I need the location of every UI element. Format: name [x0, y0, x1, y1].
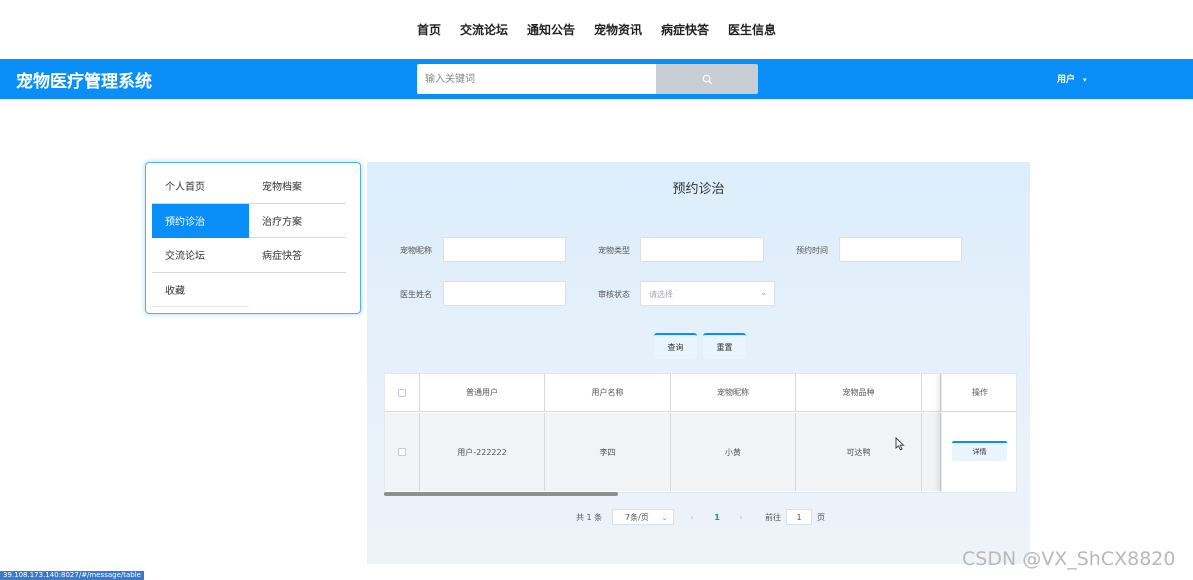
sidebar-item-pet-records[interactable]: 宠物档案: [249, 169, 346, 204]
pet-name-label: 宠物昵称: [400, 246, 432, 255]
pagination-total: 共 1 条: [576, 512, 603, 522]
review-status-label: 审核状态: [598, 290, 630, 299]
status-url: 39.108.173.140:8027/#/message/table: [0, 571, 144, 580]
table-horizontal-scrollbar[interactable]: [384, 492, 618, 496]
sidebar-item-profile[interactable]: 个人首页: [152, 169, 249, 204]
nav-news[interactable]: 宠物资讯: [594, 21, 642, 38]
header-bar: 宠物医疗管理系统 用户 ▾: [0, 59, 1193, 99]
operation-column: 操作 详情: [941, 374, 1016, 492]
detail-button[interactable]: 详情: [952, 441, 1007, 461]
sidebar-item-forum[interactable]: 交流论坛: [152, 238, 249, 273]
top-nav: 首页 交流论坛 通知公告 宠物资讯 病症快答 医生信息: [0, 0, 1193, 59]
user-label: 用户: [1057, 75, 1076, 85]
review-status-placeholder: 请选择: [649, 290, 673, 299]
prev-page-button[interactable]: ‹: [685, 509, 699, 525]
nav-doctor[interactable]: 医生信息: [728, 21, 776, 38]
search-icon: [702, 74, 712, 84]
nav-qa[interactable]: 病症快答: [661, 21, 709, 38]
sidebar: 个人首页 宠物档案 预约诊治 治疗方案 交流论坛 病症快答 收藏: [145, 162, 361, 314]
search-button[interactable]: [656, 64, 758, 94]
page-title: 预约诊治: [672, 182, 725, 197]
header-operation: 操作: [942, 374, 1016, 412]
header-username: 用户名称: [545, 374, 671, 411]
chevron-down-icon: ⌄: [760, 288, 767, 297]
reset-button[interactable]: 重置: [703, 333, 746, 359]
cell-username: 李四: [545, 413, 671, 491]
goto-label: 前往: [765, 512, 781, 522]
sidebar-item-appointment[interactable]: 预约诊治: [152, 203, 249, 238]
header-breed: 宠物品种: [796, 374, 922, 411]
cell-breed: 可达鸭: [796, 413, 922, 491]
site-title: 宠物医疗管理系统: [16, 72, 152, 92]
search-input[interactable]: [417, 64, 657, 94]
pet-type-input[interactable]: [640, 237, 764, 262]
header-pet-name: 宠物昵称: [671, 374, 796, 411]
next-page-button[interactable]: ›: [734, 509, 748, 525]
data-table: 普通用户 用户名称 宠物昵称 宠物品种 用户-222222 李四 小黄 可达鸭 …: [384, 373, 1017, 493]
current-page[interactable]: 1: [710, 509, 724, 525]
page-unit-label: 页: [817, 512, 825, 522]
nav-home[interactable]: 首页: [417, 21, 441, 38]
select-all-checkbox[interactable]: [398, 388, 406, 397]
doctor-name-label: 医生姓名: [400, 290, 432, 299]
mouse-cursor-icon: [895, 437, 905, 451]
table-header: 普通用户 用户名称 宠物昵称 宠物品种: [385, 374, 941, 412]
pet-type-label: 宠物类型: [598, 246, 630, 255]
sidebar-item-treatment[interactable]: 治疗方案: [249, 204, 346, 238]
pagination: 共 1 条 7条/页 ⌄ ‹ 1 › 前往 1 页: [367, 509, 1030, 525]
header-user: 普通用户: [420, 374, 545, 411]
main-panel: 预约诊治 宠物昵称 宠物类型 预约时间 医生姓名 审核状态 请选择 ⌄ 查询 重…: [367, 162, 1030, 564]
doctor-name-input[interactable]: [443, 281, 566, 306]
header-more: [922, 374, 941, 411]
row-checkbox-cell: [385, 413, 420, 491]
chevron-down-icon: ▾: [1083, 76, 1087, 84]
cell-more: [922, 413, 941, 491]
appt-time-label: 预约时间: [796, 246, 828, 255]
select-all-checkbox-cell: [385, 374, 420, 411]
cell-pet-name: 小黄: [671, 413, 796, 491]
page-size-select[interactable]: 7条/页 ⌄: [612, 509, 674, 525]
page-size-value: 7条/页: [625, 512, 649, 522]
sidebar-item-favorites[interactable]: 收藏: [152, 273, 249, 307]
sidebar-item-qa[interactable]: 病症快答: [249, 238, 346, 273]
nav-forum[interactable]: 交流论坛: [460, 21, 508, 38]
row-checkbox[interactable]: [398, 448, 406, 456]
pet-name-input[interactable]: [443, 237, 566, 262]
watermark: CSDN @VX_ShCX8820: [962, 548, 1176, 570]
goto-page-input[interactable]: 1: [786, 509, 812, 525]
query-button[interactable]: 查询: [654, 333, 697, 359]
nav-notice[interactable]: 通知公告: [527, 21, 575, 38]
review-status-select[interactable]: 请选择 ⌄: [640, 281, 775, 306]
chevron-down-icon: ⌄: [661, 512, 668, 522]
table-row: 用户-222222 李四 小黄 可达鸭: [385, 413, 941, 491]
appt-time-input[interactable]: [839, 237, 962, 262]
cell-user: 用户-222222: [420, 413, 545, 491]
user-menu[interactable]: 用户 ▾: [1057, 72, 1087, 85]
